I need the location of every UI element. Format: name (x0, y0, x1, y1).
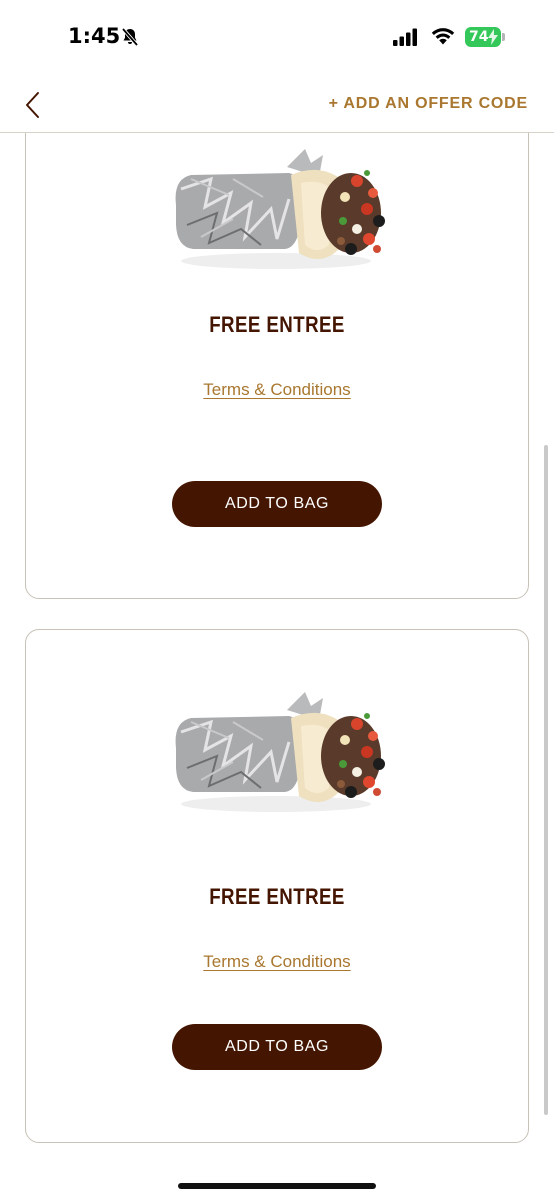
cellular-signal-icon (393, 28, 417, 46)
battery-level: 74 (469, 29, 489, 45)
offer-card: FREE ENTREE Terms & Conditions ADD TO BA… (25, 133, 529, 599)
battery-cap (502, 33, 505, 41)
terms-conditions-link[interactable]: Terms & Conditions (26, 380, 528, 400)
offers-list[interactable]: FREE ENTREE Terms & Conditions ADD TO BA… (0, 133, 554, 1200)
nav-bar: + ADD AN OFFER CODE (0, 75, 554, 133)
wifi-icon (431, 28, 455, 45)
bell-slash-icon (121, 27, 139, 47)
add-to-bag-button[interactable]: ADD TO BAG (172, 481, 382, 527)
burrito-image (175, 149, 385, 269)
add-to-bag-button[interactable]: ADD TO BAG (172, 1024, 382, 1070)
add-offer-code-link[interactable]: + ADD AN OFFER CODE (329, 95, 528, 113)
offer-title: FREE ENTREE (209, 312, 345, 337)
screen: 1:45 74 + ADD AN OFFER CODE FREE ENTREE … (0, 0, 554, 1200)
offer-card: FREE ENTREE Terms & Conditions ADD TO BA… (25, 629, 529, 1143)
charging-bolt-icon (488, 29, 498, 45)
status-time: 1:45 (68, 24, 121, 48)
back-chevron-icon[interactable] (22, 90, 42, 120)
terms-conditions-link[interactable]: Terms & Conditions (26, 952, 528, 972)
burrito-image (175, 692, 385, 812)
offer-title: FREE ENTREE (209, 884, 345, 909)
home-indicator[interactable] (178, 1183, 376, 1189)
status-bar: 1:45 74 (0, 0, 554, 75)
scrollbar[interactable] (544, 445, 548, 1115)
